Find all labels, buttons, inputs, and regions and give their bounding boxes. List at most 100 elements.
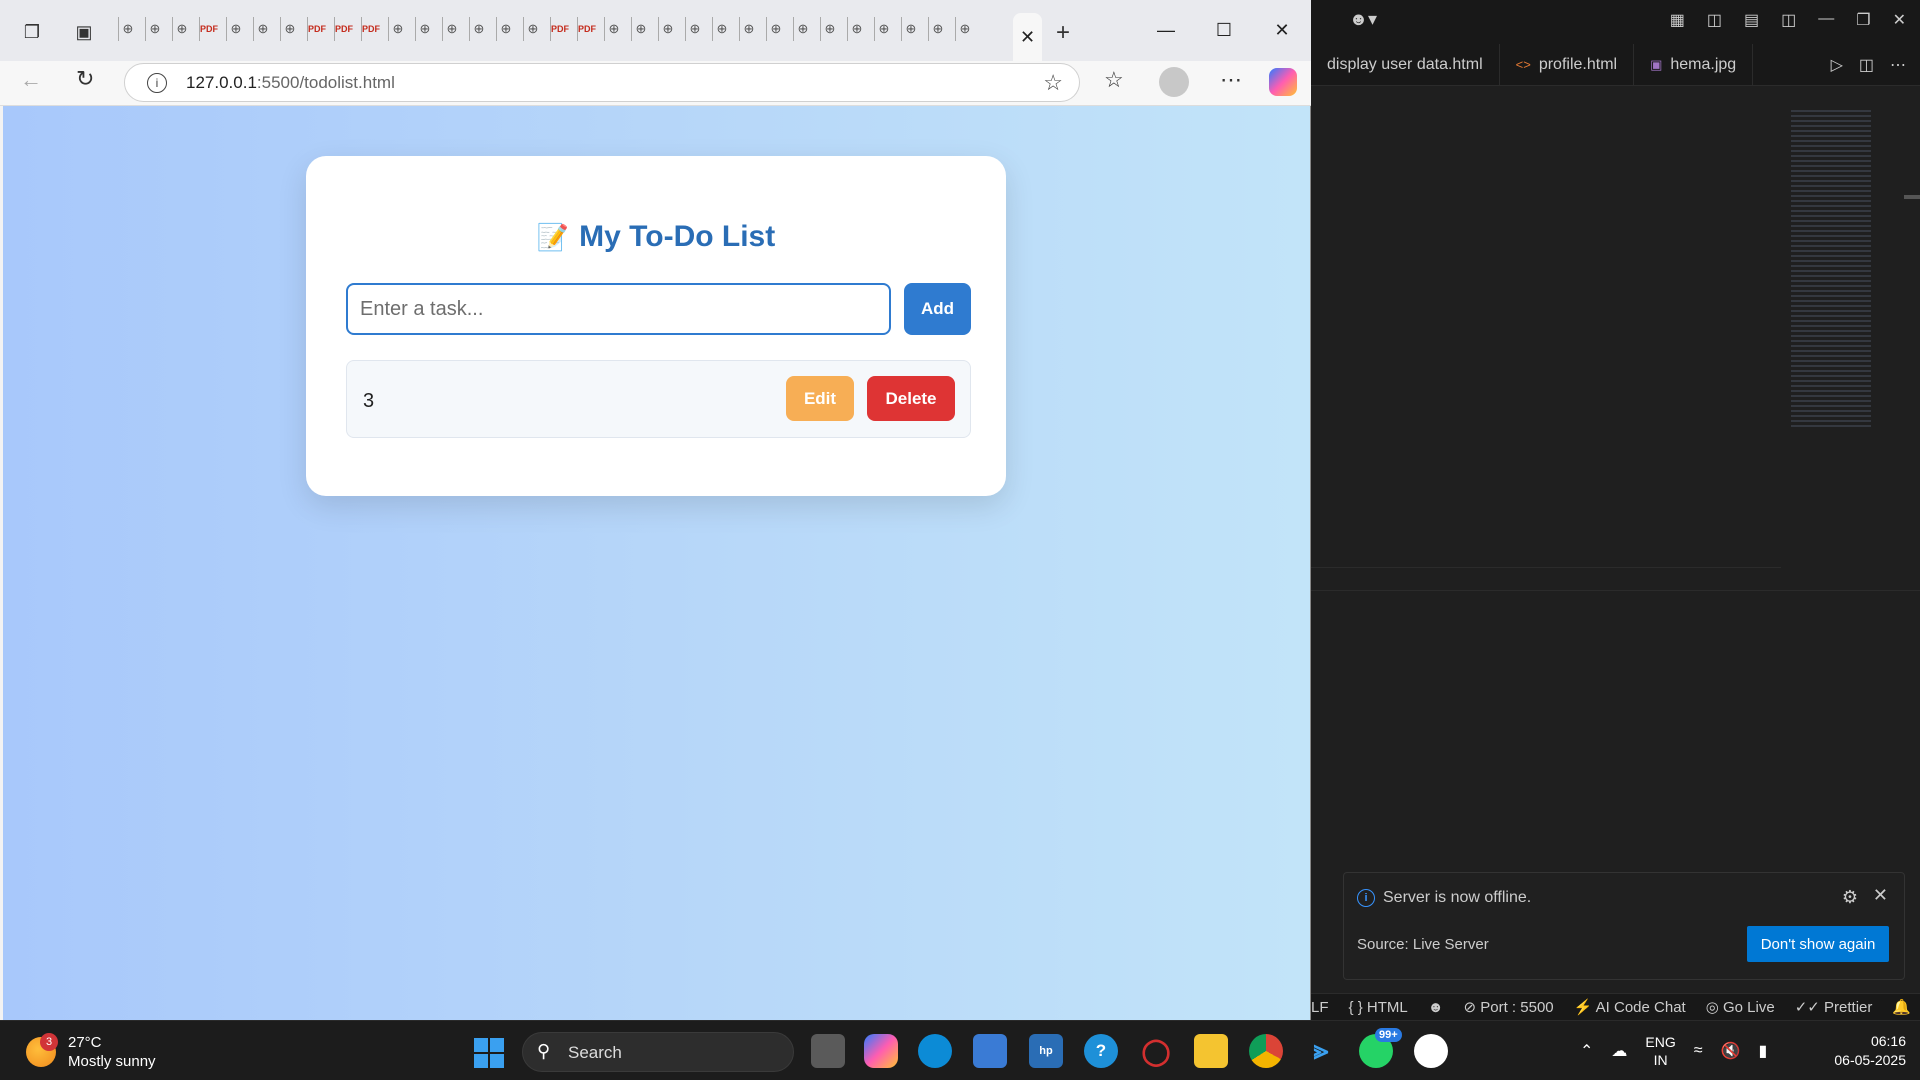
browser-tab[interactable]: ⊕ bbox=[739, 17, 758, 41]
restore-icon[interactable]: ❐ bbox=[1856, 10, 1870, 30]
editor-tab-display-user-data[interactable]: display user data.html bbox=[1311, 43, 1500, 86]
browser-tab[interactable]: PDF bbox=[307, 17, 326, 41]
status-eol[interactable]: LF bbox=[1311, 999, 1329, 1016]
browser-tab[interactable]: ⊕ bbox=[145, 17, 164, 41]
browser-tab[interactable]: ⊕ bbox=[847, 17, 866, 41]
browser-tab[interactable]: ⊕ bbox=[469, 17, 488, 41]
scrollbar-thumb[interactable] bbox=[1904, 195, 1920, 199]
minimap[interactable] bbox=[1791, 110, 1871, 430]
favorites-icon[interactable]: ☆ bbox=[1104, 67, 1124, 93]
battery-icon[interactable]: ▮ bbox=[1758, 1041, 1767, 1061]
browser-tab[interactable]: ⊕ bbox=[172, 17, 191, 41]
address-bar[interactable]: i 127.0.0.1:5500/todolist.html ☆ bbox=[124, 63, 1080, 102]
browser-tab[interactable]: PDF bbox=[334, 17, 353, 41]
onedrive-icon[interactable]: ☁ bbox=[1611, 1041, 1627, 1061]
bell-icon[interactable]: 🔔 bbox=[1892, 998, 1911, 1016]
language-indicator[interactable]: ENG IN bbox=[1645, 1033, 1675, 1069]
browser-tab[interactable]: ⊕ bbox=[280, 17, 299, 41]
browser-tab[interactable]: ⊕ bbox=[685, 17, 704, 41]
status-prettier[interactable]: ✓✓ Prettier bbox=[1795, 998, 1873, 1016]
help-icon[interactable]: ? bbox=[1084, 1034, 1118, 1068]
copilot-app-icon[interactable] bbox=[864, 1034, 898, 1068]
active-tab-close-icon[interactable]: ✕ bbox=[1013, 13, 1042, 61]
minimize-icon[interactable]: — bbox=[1137, 0, 1195, 61]
browser-tab[interactable]: ⊕ bbox=[901, 17, 920, 41]
more-actions-icon[interactable]: ⋯ bbox=[1890, 55, 1906, 75]
browser-tab[interactable]: ⊕ bbox=[415, 17, 434, 41]
browser-tab[interactable]: ⊕ bbox=[631, 17, 650, 41]
browser-tab[interactable]: PDF bbox=[199, 17, 218, 41]
browser-tab[interactable]: ⊕ bbox=[604, 17, 623, 41]
browser-tab[interactable]: ⊕ bbox=[820, 17, 839, 41]
task-input[interactable] bbox=[346, 283, 891, 335]
browser-tab[interactable]: ⊕ bbox=[496, 17, 515, 41]
weather-widget[interactable]: 3 27°C Mostly sunny bbox=[26, 1033, 156, 1071]
toggle-secondary-sidebar-icon[interactable]: ◫ bbox=[1781, 10, 1796, 30]
close-icon[interactable]: ✕ bbox=[1253, 0, 1311, 61]
browser-tab[interactable]: ⊕ bbox=[388, 17, 407, 41]
myhp-icon[interactable]: hp bbox=[1029, 1034, 1063, 1068]
editor-tab-profile[interactable]: <> profile.html bbox=[1500, 43, 1635, 86]
github-icon[interactable] bbox=[1414, 1034, 1448, 1068]
browser-tab[interactable]: ⊕ bbox=[226, 17, 245, 41]
browser-tab[interactable]: ⊕ bbox=[766, 17, 785, 41]
close-window-icon[interactable]: ✕ bbox=[1893, 10, 1906, 30]
clock[interactable]: 06:16 06-05-2025 bbox=[1834, 1032, 1906, 1070]
copilot-icon[interactable]: ☻▾ bbox=[1349, 9, 1377, 30]
status-go-live[interactable]: ◎ Go Live bbox=[1706, 998, 1775, 1016]
taskbar-search[interactable]: ⚲ Search bbox=[522, 1032, 794, 1072]
avatar[interactable] bbox=[1159, 67, 1189, 97]
store-icon[interactable] bbox=[973, 1034, 1007, 1068]
browser-tab[interactable]: ⊕ bbox=[955, 17, 974, 41]
tab-actions-icon[interactable]: ▣ bbox=[70, 18, 98, 46]
copilot-status-icon[interactable]: ☻ bbox=[1428, 999, 1444, 1016]
dont-show-again-button[interactable]: Don't show again bbox=[1747, 926, 1889, 962]
status-ai-chat[interactable]: ⚡ AI Code Chat bbox=[1574, 998, 1686, 1016]
browser-tab[interactable]: ⊕ bbox=[658, 17, 677, 41]
browser-tab[interactable]: PDF bbox=[550, 17, 569, 41]
browser-tab[interactable]: ⊕ bbox=[874, 17, 893, 41]
new-tab-icon[interactable]: + bbox=[1056, 19, 1070, 47]
split-editor-icon[interactable]: ◫ bbox=[1859, 55, 1874, 75]
minimize-icon[interactable]: — bbox=[1818, 10, 1834, 30]
maximize-icon[interactable]: ☐ bbox=[1195, 0, 1253, 61]
start-icon[interactable] bbox=[474, 1038, 504, 1068]
toggle-sidebar-icon[interactable]: ◫ bbox=[1707, 10, 1722, 30]
close-icon[interactable]: ✕ bbox=[1873, 885, 1888, 906]
vscode-icon[interactable]: ⪢ bbox=[1304, 1034, 1338, 1068]
add-button[interactable]: Add bbox=[904, 283, 971, 335]
whatsapp-icon[interactable]: 99+ bbox=[1359, 1028, 1402, 1068]
back-arrow-icon[interactable]: ← bbox=[20, 67, 42, 93]
browser-tab[interactable]: PDF bbox=[361, 17, 380, 41]
favorite-star-icon[interactable]: ☆ bbox=[1043, 70, 1063, 96]
status-language[interactable]: { } HTML bbox=[1349, 999, 1408, 1016]
speaker-muted-icon[interactable]: 🔇 bbox=[1721, 1041, 1741, 1061]
chrome-icon[interactable] bbox=[1249, 1034, 1283, 1068]
task-view-icon[interactable] bbox=[811, 1034, 845, 1068]
browser-tab[interactable]: PDF bbox=[577, 17, 596, 41]
customize-layout-icon[interactable]: ▦ bbox=[1670, 10, 1685, 30]
mcafee-icon[interactable]: ◯ bbox=[1139, 1034, 1173, 1068]
browser-tab[interactable]: ⊕ bbox=[442, 17, 461, 41]
editor-tab-hema[interactable]: ▣ hema.jpg bbox=[1634, 43, 1754, 86]
edge-icon[interactable] bbox=[918, 1034, 952, 1068]
copilot-icon[interactable] bbox=[1269, 68, 1297, 96]
browser-tab[interactable]: ⊕ bbox=[928, 17, 947, 41]
reload-icon[interactable]: ↻ bbox=[76, 66, 94, 92]
site-info-icon[interactable]: i bbox=[147, 73, 167, 93]
browser-tab[interactable]: ⊕ bbox=[523, 17, 542, 41]
browser-tab[interactable]: ⊕ bbox=[118, 17, 137, 41]
browser-tab[interactable]: ⊕ bbox=[793, 17, 812, 41]
delete-button[interactable]: Delete bbox=[867, 376, 955, 421]
file-explorer-icon[interactable] bbox=[1194, 1034, 1228, 1068]
wifi-icon[interactable]: ≈ bbox=[1694, 1042, 1703, 1060]
more-options-icon[interactable]: ⋯ bbox=[1220, 67, 1242, 93]
run-icon[interactable]: ▷ bbox=[1831, 55, 1843, 75]
browser-tab[interactable]: ⊕ bbox=[712, 17, 731, 41]
url-text[interactable]: 127.0.0.1:5500/todolist.html bbox=[186, 73, 395, 93]
status-port[interactable]: ⊘ Port : 5500 bbox=[1464, 998, 1554, 1016]
toggle-panel-icon[interactable]: ▤ bbox=[1744, 10, 1759, 30]
gear-icon[interactable]: ⚙ bbox=[1842, 887, 1858, 908]
browser-tab[interactable]: ⊕ bbox=[253, 17, 272, 41]
chevron-up-icon[interactable]: ⌃ bbox=[1580, 1041, 1593, 1061]
